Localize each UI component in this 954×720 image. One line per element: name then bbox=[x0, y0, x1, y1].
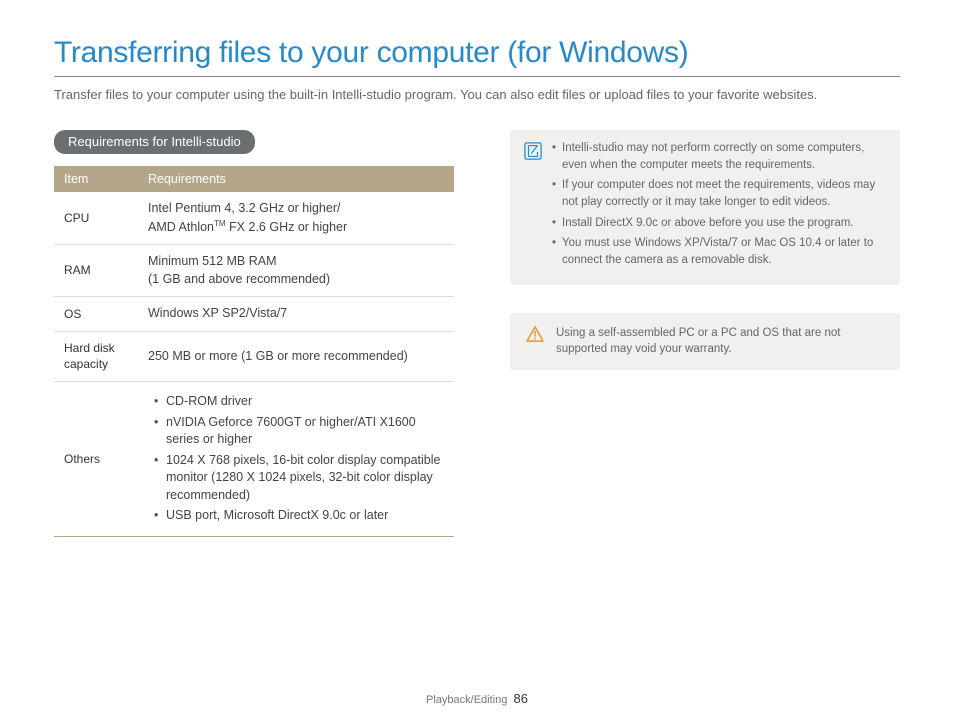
page-title: Transferring files to your computer (for… bbox=[54, 36, 900, 70]
title-underline bbox=[54, 76, 900, 77]
cell-value: 250 MB or more (1 GB or more recommended… bbox=[138, 331, 454, 382]
note-list: Intelli-studio may not perform correctly… bbox=[552, 140, 886, 273]
th-requirements: Requirements bbox=[138, 166, 454, 192]
list-item: USB port, Microsoft DirectX 9.0c or late… bbox=[154, 507, 444, 525]
list-item: 1024 X 768 pixels, 16-bit color display … bbox=[154, 452, 444, 505]
list-item: Intelli-studio may not perform correctly… bbox=[552, 140, 886, 173]
table-row: CPU Intel Pentium 4, 3.2 GHz or higher/ … bbox=[54, 192, 454, 245]
cell-label: RAM bbox=[54, 245, 138, 297]
list-item: Install DirectX 9.0c or above before you… bbox=[552, 215, 886, 232]
left-column: Requirements for Intelli-studio Item Req… bbox=[54, 130, 454, 537]
cell-value: Minimum 512 MB RAM (1 GB and above recom… bbox=[138, 245, 454, 297]
cell-label: Others bbox=[54, 382, 138, 537]
cell-label: Hard disk capacity bbox=[54, 331, 138, 382]
cell-value: Intel Pentium 4, 3.2 GHz or higher/ AMD … bbox=[138, 192, 454, 245]
section-heading-pill: Requirements for Intelli-studio bbox=[54, 130, 255, 154]
table-row: OS Windows XP SP2/Vista/7 bbox=[54, 297, 454, 332]
warning-triangle-icon bbox=[526, 326, 544, 342]
right-column: Intelli-studio may not perform correctly… bbox=[510, 130, 900, 370]
cell-label: OS bbox=[54, 297, 138, 332]
page-footer: Playback/Editing 86 bbox=[0, 691, 954, 706]
content-columns: Requirements for Intelli-studio Item Req… bbox=[54, 130, 900, 537]
footer-section: Playback/Editing bbox=[426, 694, 507, 706]
list-item: CD-ROM driver bbox=[154, 393, 444, 411]
th-item: Item bbox=[54, 166, 138, 192]
list-item: If your computer does not meet the requi… bbox=[552, 177, 886, 210]
warning-box: Using a self-assembled PC or a PC and OS… bbox=[510, 313, 900, 370]
list-item: nVIDIA Geforce 7600GT or higher/ATI X160… bbox=[154, 414, 444, 449]
intro-text: Transfer files to your computer using th… bbox=[54, 87, 900, 102]
table-row: Hard disk capacity 250 MB or more (1 GB … bbox=[54, 331, 454, 382]
cell-value: Windows XP SP2/Vista/7 bbox=[138, 297, 454, 332]
warning-text: Using a self-assembled PC or a PC and OS… bbox=[556, 325, 884, 358]
table-row: Others CD-ROM driver nVIDIA Geforce 7600… bbox=[54, 382, 454, 537]
cell-label: CPU bbox=[54, 192, 138, 245]
table-row: RAM Minimum 512 MB RAM (1 GB and above r… bbox=[54, 245, 454, 297]
note-icon bbox=[524, 142, 542, 160]
page-number: 86 bbox=[513, 691, 527, 706]
cell-value: CD-ROM driver nVIDIA Geforce 7600GT or h… bbox=[138, 382, 454, 537]
note-box: Intelli-studio may not perform correctly… bbox=[510, 130, 900, 285]
list-item: You must use Windows XP/Vista/7 or Mac O… bbox=[552, 235, 886, 268]
requirements-table: Item Requirements CPU Intel Pentium 4, 3… bbox=[54, 166, 454, 537]
